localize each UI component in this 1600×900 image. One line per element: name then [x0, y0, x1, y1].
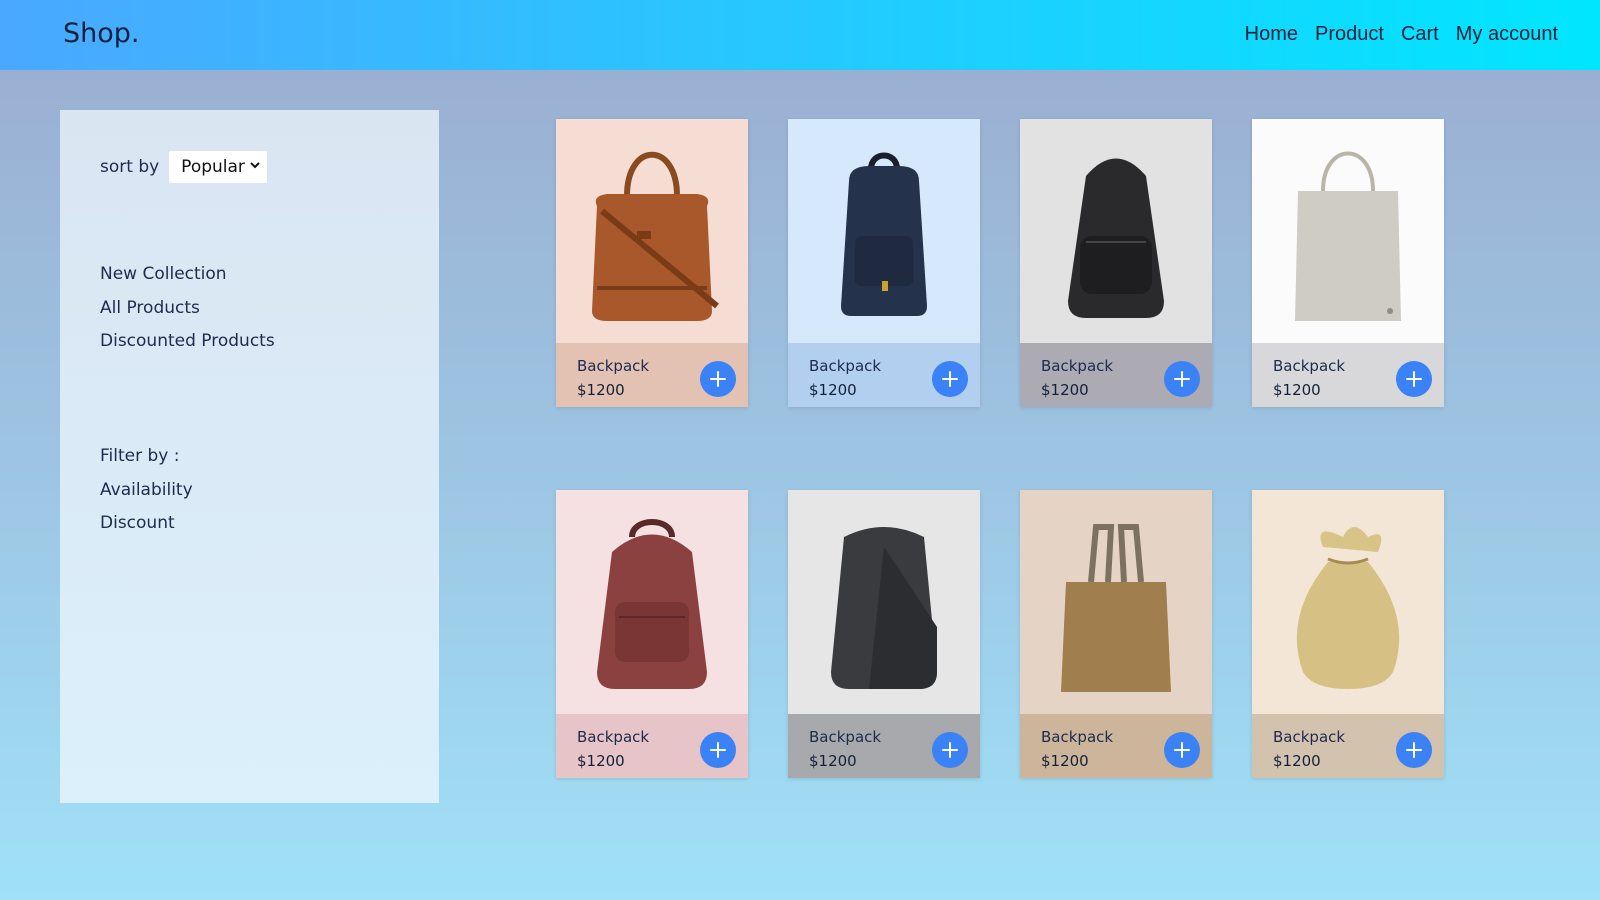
add-to-cart-button[interactable]: [700, 732, 736, 768]
nav-my-account-link[interactable]: My account: [1456, 23, 1558, 46]
plus-icon: [942, 742, 958, 758]
product-card-7[interactable]: Backpack $1200: [1020, 490, 1212, 778]
main-nav: Home Product Cart My account: [1245, 23, 1558, 46]
menu-item-new-collection[interactable]: New Collection: [100, 264, 275, 298]
product-name: Backpack: [1273, 357, 1346, 375]
product-info: Backpack $1200: [788, 714, 980, 778]
sort-control: sort by Popular: [100, 151, 268, 183]
product-image: [788, 490, 980, 714]
filter-title: Filter by :: [100, 446, 180, 466]
product-info: Backpack $1200: [1252, 343, 1444, 407]
product-price: $1200: [577, 381, 625, 399]
product-info: Backpack $1200: [1020, 714, 1212, 778]
brown-leather-duffel-bag-icon: [592, 151, 719, 321]
product-price: $1200: [577, 752, 625, 770]
product-card-5[interactable]: Backpack $1200: [556, 490, 748, 778]
product-name: Backpack: [1041, 357, 1114, 375]
product-image: [788, 119, 980, 343]
product-card-6[interactable]: Backpack $1200: [788, 490, 980, 778]
product-card-4[interactable]: Backpack $1200: [1252, 119, 1444, 407]
product-info: Backpack $1200: [556, 343, 748, 407]
collection-menu: New Collection All Products Discounted P…: [100, 264, 275, 365]
burlap-pouch-icon: [1296, 527, 1400, 689]
product-name: Backpack: [577, 357, 650, 375]
product-info: Backpack $1200: [1252, 714, 1444, 778]
filter-discount[interactable]: Discount: [100, 513, 193, 547]
product-image: [1252, 490, 1444, 714]
menu-item-all-products[interactable]: All Products: [100, 298, 275, 332]
product-image: [556, 119, 748, 343]
sort-select-value: Popular: [181, 157, 245, 177]
product-name: Backpack: [809, 728, 882, 746]
sort-select[interactable]: Popular: [169, 151, 268, 183]
product-card-8[interactable]: Backpack $1200: [1252, 490, 1444, 778]
product-price: $1200: [809, 752, 857, 770]
add-to-cart-button[interactable]: [932, 732, 968, 768]
add-to-cart-button[interactable]: [1164, 361, 1200, 397]
sort-label: sort by: [100, 157, 160, 177]
add-to-cart-button[interactable]: [700, 361, 736, 397]
product-price: $1200: [809, 381, 857, 399]
product-image: [1020, 490, 1212, 714]
plus-icon: [1406, 371, 1422, 387]
product-info: Backpack $1200: [556, 714, 748, 778]
kraft-tote-bag-icon: [1061, 524, 1171, 692]
canvas-tote-bag-icon: [1295, 151, 1401, 321]
product-name: Backpack: [809, 357, 882, 375]
product-card-2[interactable]: Backpack $1200: [788, 119, 980, 407]
plus-icon: [710, 742, 726, 758]
add-to-cart-button[interactable]: [1396, 361, 1432, 397]
product-name: Backpack: [1041, 728, 1114, 746]
product-price: $1200: [1041, 381, 1089, 399]
red-leather-backpack-icon: [597, 519, 707, 689]
product-image: [556, 490, 748, 714]
product-info: Backpack $1200: [788, 343, 980, 407]
plus-icon: [710, 371, 726, 387]
nav-product-link[interactable]: Product: [1315, 23, 1384, 46]
chevron-down-icon: [250, 162, 260, 169]
product-name: Backpack: [577, 728, 650, 746]
product-card-3[interactable]: Backpack $1200: [1020, 119, 1212, 407]
black-leather-backpack-icon: [1068, 158, 1164, 318]
product-image: [1252, 119, 1444, 343]
plus-icon: [1406, 742, 1422, 758]
plus-icon: [942, 371, 958, 387]
plus-icon: [1174, 371, 1190, 387]
product-image: [1020, 119, 1212, 343]
grey-anti-theft-backpack-icon: [831, 527, 937, 689]
filter-section: Filter by : Availability Discount: [100, 446, 193, 547]
add-to-cart-button[interactable]: [1396, 732, 1432, 768]
product-card-1[interactable]: Backpack $1200: [556, 119, 748, 407]
add-to-cart-button[interactable]: [932, 361, 968, 397]
nav-cart-link[interactable]: Cart: [1401, 23, 1439, 46]
add-to-cart-button[interactable]: [1164, 732, 1200, 768]
top-navbar: Shop. Home Product Cart My account: [0, 0, 1600, 70]
product-price: $1200: [1273, 381, 1321, 399]
product-price: $1200: [1273, 752, 1321, 770]
product-info: Backpack $1200: [1020, 343, 1212, 407]
nav-home-link[interactable]: Home: [1245, 23, 1298, 46]
shop-logo[interactable]: Shop.: [63, 18, 140, 49]
filter-availability[interactable]: Availability: [100, 480, 193, 514]
navy-backpack-icon: [841, 152, 927, 316]
product-price: $1200: [1041, 752, 1089, 770]
product-name: Backpack: [1273, 728, 1346, 746]
menu-item-discounted-products[interactable]: Discounted Products: [100, 331, 275, 365]
plus-icon: [1174, 742, 1190, 758]
sidebar: sort by Popular New Collection All Produ…: [60, 110, 439, 803]
